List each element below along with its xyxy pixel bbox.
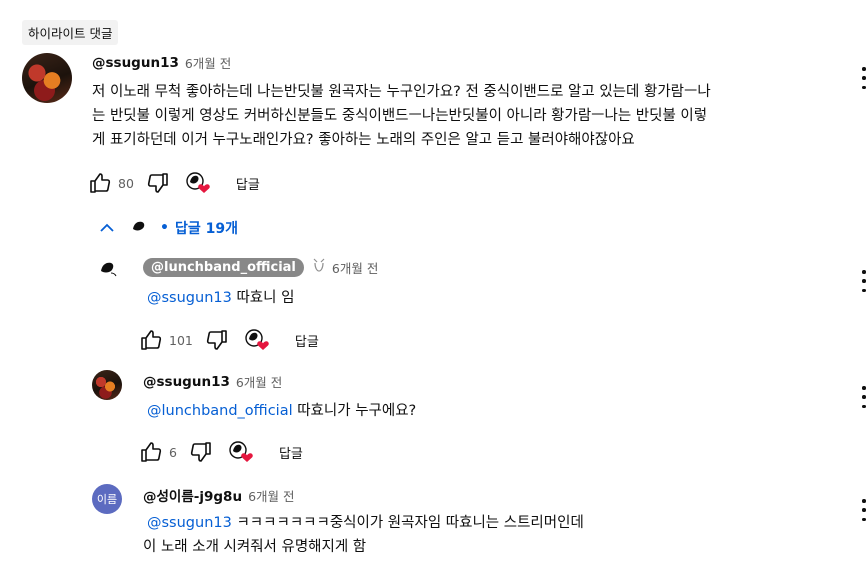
reply-mention[interactable]: @ssugun13 (147, 515, 232, 531)
comment-header: @ssugun13 6개월 전 (92, 53, 231, 72)
creator-heart-icon (243, 327, 271, 353)
reply-body-line2: 이 노래 소개 시켜줘서 유명해지게 함 (143, 539, 367, 555)
creator-avatar-small (129, 217, 151, 239)
reply-time[interactable]: 6개월 전 (236, 372, 282, 391)
reply-author-chip[interactable]: @lunchband_official (143, 257, 304, 277)
creator-heart-icon (184, 170, 212, 196)
comment-text: 저 이노래 무척 좋아하는데 나는반딧불 원곡자는 누구인가요? 전 중식이밴드… (92, 80, 812, 152)
replies-count: 답글 19개 (174, 221, 238, 237)
reply-avatar[interactable]: 이름 (92, 484, 122, 514)
comment-author[interactable]: @ssugun13 (92, 55, 179, 71)
like-count: 80 (118, 175, 134, 191)
thumb-up-icon[interactable] (139, 328, 163, 352)
reply-actions: 101 답글 (139, 327, 319, 353)
thumb-down-icon[interactable] (205, 328, 229, 352)
lunchband-logo-icon (101, 262, 117, 277)
creator-badge-icon (312, 257, 326, 277)
reply-header: @lunchband_official 6개월 전 (143, 257, 378, 277)
reply-button[interactable]: 답글 (279, 443, 303, 462)
commenter-avatar[interactable] (22, 53, 72, 103)
reply-text: @ssugun13 ㅋㅋㅋㅋㅋㅋㅋ중식이가 원곡자임 따효니는 스트리머인데 이… (143, 511, 847, 559)
thumb-up-icon[interactable] (139, 440, 163, 464)
comment-actions: 80 답글 (88, 170, 260, 196)
more-vert-icon[interactable] (861, 270, 867, 292)
reply-button[interactable]: 답글 (236, 174, 260, 193)
reply-author[interactable]: @성이름-j9g8u (143, 485, 242, 505)
comment-text-line: 게 표기하던데 이거 누구노래인가요? 좋아하는 노래의 주인은 알고 듣고 불… (92, 132, 635, 148)
chevron-up-icon (100, 223, 114, 232)
reply-mention[interactable]: @lunchband_official (147, 403, 293, 419)
more-vert-icon[interactable] (861, 67, 867, 89)
reply-actions: 6 답글 (139, 439, 303, 465)
creator-heart-icon (227, 439, 255, 465)
replies-toggle[interactable]: • 답글 19개 (98, 216, 238, 240)
reply-avatar[interactable] (92, 370, 122, 400)
reply-body: 따효니가 누구에요? (297, 403, 417, 419)
reply-time[interactable]: 6개월 전 (248, 486, 294, 505)
reply-time[interactable]: 6개월 전 (332, 258, 378, 277)
reply-header: @ssugun13 6개월 전 (143, 372, 282, 391)
like-count: 6 (169, 444, 177, 460)
more-vert-icon[interactable] (861, 499, 867, 521)
avatar-initials: 이름 (96, 493, 118, 506)
reply-mention[interactable]: @ssugun13 (147, 290, 232, 306)
reply-text: @lunchband_official 따효니가 누구에요? (147, 399, 416, 423)
comment-text-line: 저 이노래 무척 좋아하는데 나는반딧불 원곡자는 누구인가요? 전 중식이밴드… (92, 84, 711, 100)
reply-author[interactable]: @ssugun13 (143, 374, 230, 390)
reply-text: @ssugun13 따효니 임 (147, 286, 294, 310)
reply-avatar[interactable] (95, 256, 123, 284)
reply-button[interactable]: 답글 (295, 331, 319, 350)
reply-header: @성이름-j9g8u 6개월 전 (143, 485, 295, 506)
highlighted-comment-badge: 하이라이트 댓글 (22, 20, 119, 45)
comment-time[interactable]: 6개월 전 (185, 53, 231, 72)
comment-text-line: 는 반딧불 이렇게 영상도 커버하신분들도 중식이밴드ㅡ나는반딧불이 아니라 황… (92, 108, 708, 124)
more-vert-icon[interactable] (861, 386, 867, 408)
thumb-down-icon[interactable] (189, 440, 213, 464)
reply-body: ㅋㅋㅋㅋㅋㅋㅋ중식이가 원곡자임 따효니는 스트리머인데 (236, 515, 584, 531)
thumb-up-icon[interactable] (88, 171, 112, 195)
like-count: 101 (169, 332, 193, 348)
reply-body: 따효니 임 (236, 290, 295, 306)
thumb-down-icon[interactable] (146, 171, 170, 195)
